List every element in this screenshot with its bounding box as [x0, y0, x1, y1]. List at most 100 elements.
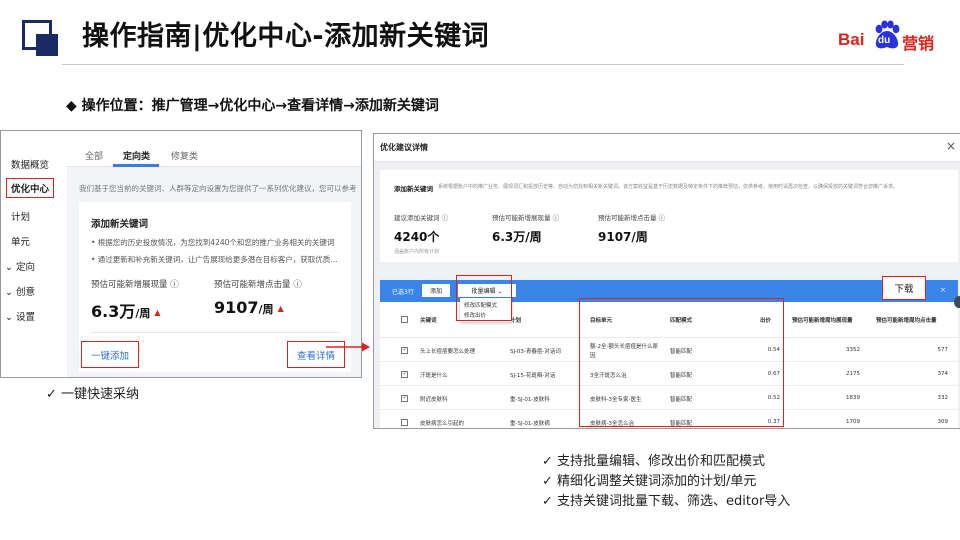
- trend-up-icon: ▲: [277, 304, 284, 313]
- cell-bid[interactable]: 0.54: [760, 347, 780, 353]
- cell-unit[interactable]: 皮肤病-3全怎么治: [590, 419, 634, 427]
- metric-impressions-value: 6.3万/周 ▲: [91, 298, 161, 322]
- column-header-clicks[interactable]: 预估可能新增周均点击量: [876, 316, 937, 324]
- column-header-bid[interactable]: 出价: [760, 316, 771, 324]
- tab-all[interactable]: 全部: [85, 149, 103, 162]
- metric-impressions-label: 预估可能新增展现量 ⓘ: [91, 280, 179, 290]
- tab-bar: 全部 定向类 修复类: [67, 131, 361, 167]
- card-bullet: • 根据您的历史投放情况，为您找到4240个和您的推广业务相关的关键词: [91, 238, 335, 247]
- column-header-match-mode[interactable]: 匹配模式: [670, 316, 692, 324]
- sidebar-item-label: 定向: [16, 262, 36, 273]
- header-decor-square-filled: [36, 34, 58, 56]
- sidebar-item-overview[interactable]: 数据概览: [11, 157, 49, 171]
- cell-bid[interactable]: 0.37: [760, 419, 780, 425]
- cell-impressions: 1709: [846, 419, 860, 425]
- sidebar-item-creative[interactable]: ⌄ 创意: [5, 284, 35, 298]
- close-icon[interactable]: ×: [940, 286, 946, 294]
- cell-keyword: 附近皮肤科: [420, 397, 448, 403]
- cell-match[interactable]: 智能匹配: [670, 371, 692, 379]
- cell-match[interactable]: 智能匹配: [670, 419, 692, 427]
- trend-up-icon: ▲: [154, 308, 161, 317]
- row-checkbox[interactable]: [401, 370, 408, 378]
- sidebar-item-plan[interactable]: 计划: [11, 209, 30, 223]
- metric-clicks-value: 9107/周 ▲: [214, 298, 284, 317]
- operation-location: ◆ 操作位置：推广管理→优化中心→查看详情→添加新关键词: [66, 98, 439, 114]
- page-title: 操作指南|优化中心-添加新关键词: [82, 21, 490, 52]
- close-icon[interactable]: ×: [946, 139, 956, 153]
- chevron-down-icon: ⌄: [5, 262, 13, 273]
- summary-value-clicks: 9107/周: [598, 230, 648, 244]
- sidebar-item-label: 创意: [16, 287, 36, 298]
- card-title: 添加新关键词: [91, 219, 149, 230]
- batch-edit-menu: 修改匹配模式 修改出价: [460, 298, 512, 322]
- row-checkbox[interactable]: [401, 346, 408, 354]
- batch-edit-dropdown[interactable]: 批量编辑 ⌄: [458, 284, 516, 297]
- sidebar-item-targeting[interactable]: ⌄ 定向: [5, 259, 35, 273]
- column-header-impressions[interactable]: 预估可能新增周均展现量: [792, 316, 853, 324]
- tab-targeting[interactable]: 定向类: [123, 149, 150, 162]
- keyword-table-section: 已选3行 添加 批量编辑 ⌄ 下载 × 关键词 计划 目标单元 匹配模式 出价 …: [380, 275, 958, 428]
- sidebar-item-label: 设置: [16, 312, 36, 323]
- cell-plan[interactable]: 重-SJ-01-皮肤病: [510, 419, 550, 427]
- summary-value-keywords: 4240个: [394, 230, 440, 244]
- cell-plan[interactable]: SJ-15-花斑癣-对话: [510, 371, 555, 379]
- table-row: 头上长痘痘要怎么处理 SJ-03-青春痘-对话词 额-2全-额头长痘痘是什么原 …: [380, 338, 958, 362]
- row-checkbox[interactable]: [401, 394, 408, 402]
- tab-repair[interactable]: 修复类: [171, 149, 198, 162]
- summary-label-clicks: 预估可能新增点击量 ⓘ: [598, 214, 666, 222]
- table-row: 皮肤病怎么引起的 重-SJ-01-皮肤病 皮肤病-3全怎么治 智能匹配 0.37…: [380, 410, 958, 428]
- metric-clicks-label: 预估可能新增点击量 ⓘ: [214, 280, 302, 290]
- cell-keyword: 汗斑是什么: [420, 373, 448, 379]
- cell-unit[interactable]: 皮肤科-3全专家-医生: [590, 395, 641, 403]
- menu-item-change-match-mode[interactable]: 修改匹配模式: [464, 301, 497, 309]
- cell-impressions: 3352: [846, 347, 860, 353]
- cell-plan[interactable]: SJ-03-青春痘-对话词: [510, 347, 561, 355]
- sidebar: 数据概览 优化中心 计划 单元 ⌄ 定向 ⌄ 创意 ⌄ 设置: [1, 131, 67, 377]
- sidebar-item-settings[interactable]: ⌄ 设置: [5, 309, 35, 323]
- select-all-checkbox[interactable]: [401, 316, 408, 323]
- cell-clicks: 309: [937, 419, 949, 425]
- panel-edge-handle: [954, 296, 960, 308]
- column-header-target-unit[interactable]: 目标单元: [590, 316, 612, 324]
- baidu-marketing-logo: Bai du 营销: [838, 20, 936, 54]
- cell-impressions: 2175: [846, 371, 860, 377]
- cell-unit[interactable]: 3全汗斑怎么治: [590, 371, 627, 379]
- cell-plan[interactable]: 重-SJ-01-皮肤科: [510, 395, 550, 403]
- main-content: 全部 定向类 修复类 我们基于您当前的关键词、人群等定向设置为您提供了一系列优化…: [67, 131, 361, 377]
- add-button[interactable]: 添加: [422, 284, 450, 297]
- one-click-add-button[interactable]: 一键添加: [81, 341, 139, 368]
- cell-unit[interactable]: 额-2全-额头长痘痘是什么原: [590, 342, 658, 350]
- cell-clicks: 374: [937, 371, 949, 377]
- feature-check-fine-tune: ✓ 精细化调整关键词添加的计划/单元: [542, 474, 757, 489]
- active-tab-indicator: [113, 164, 159, 167]
- metric-value: 9107: [214, 298, 259, 317]
- cell-bid[interactable]: 0.52: [760, 395, 780, 401]
- cell-bid[interactable]: 0.67: [760, 371, 780, 377]
- menu-item-change-bid[interactable]: 修改出价: [464, 311, 486, 319]
- summary-value-impressions: 6.3万/周: [492, 230, 542, 244]
- summary-section: 添加新关键词 系统根据账户中的推广业务、展现词汇和投放历史等，自动为您找到相关新…: [380, 170, 958, 262]
- metric-value: 6.3万: [91, 302, 136, 321]
- dialog-title: 优化建议详情: [380, 143, 428, 152]
- tab-description: 我们基于您当前的关键词、人群等定向设置为您提供了一系列优化建议，您可以参考: [79, 184, 357, 193]
- download-button[interactable]: 下载: [882, 276, 926, 300]
- card-bullet: • 通过更新和补充新关键词，让广告展现给更多潜在目标客户，获取优质...: [91, 255, 338, 264]
- cell-impressions: 1839: [846, 395, 860, 401]
- cell-match[interactable]: 智能匹配: [670, 395, 692, 403]
- card-divider: [91, 332, 339, 333]
- header-divider: [62, 64, 904, 65]
- sidebar-item-optimization-center[interactable]: 优化中心: [6, 178, 55, 198]
- cell-keyword: 头上长痘痘要怎么处理: [420, 349, 476, 355]
- chevron-down-icon: ⌄: [5, 287, 13, 298]
- column-header-keyword[interactable]: 关键词: [420, 316, 437, 324]
- chevron-down-icon: ⌄: [5, 312, 13, 323]
- summary-description: 系统根据账户中的推广业务、展现词汇和投放历史等，自动为您找到相关新关键词。该方案…: [438, 184, 899, 190]
- sidebar-item-unit[interactable]: 单元: [11, 234, 30, 248]
- metric-unit: /周: [135, 307, 151, 320]
- cell-match[interactable]: 智能匹配: [670, 347, 692, 355]
- metric-unit: /周: [258, 303, 274, 316]
- selected-count: 已选3行: [392, 289, 414, 296]
- arrow-right-icon: [326, 342, 370, 352]
- summary-label-keywords: 建议添加关键词 ⓘ: [394, 214, 449, 222]
- row-checkbox[interactable]: [401, 419, 408, 426]
